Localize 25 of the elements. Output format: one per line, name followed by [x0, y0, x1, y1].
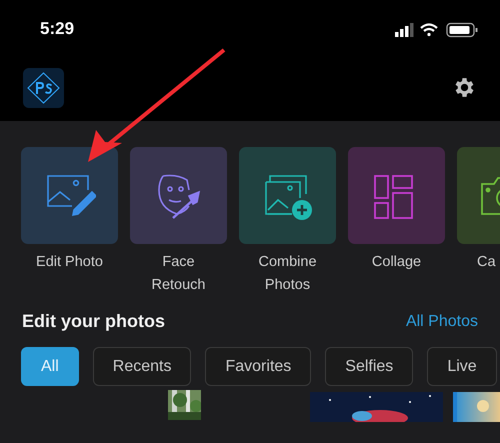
image-pencil-icon [46, 174, 96, 216]
filter-chip[interactable]: Favorites [205, 347, 312, 386]
tool-label: Collage [370, 253, 422, 272]
face-brush-icon [158, 174, 200, 218]
tool-label: Combine Photos [257, 253, 318, 295]
signal-icon [395, 23, 414, 37]
tool-label: Ca [476, 253, 497, 272]
all-photos-link[interactable]: All Photos [406, 310, 478, 334]
filter-chip[interactable]: Recents [92, 347, 192, 386]
section-title: Edit your photos [22, 310, 165, 333]
battery-icon [446, 22, 478, 38]
tool-tile[interactable] [239, 147, 336, 244]
status-time: 5:29 [40, 18, 74, 40]
tool-label: Face Retouch [150, 253, 206, 295]
wifi-icon [420, 23, 438, 36]
camera-icon [480, 176, 500, 214]
tool-tile[interactable] [21, 147, 118, 244]
photos-plus-icon [264, 174, 312, 220]
tool-label: Edit Photo [35, 253, 104, 272]
tool-tile[interactable] [348, 147, 445, 244]
collage-layout-icon [374, 174, 412, 218]
tool-tile[interactable] [130, 147, 227, 244]
app-logo-icon [23, 68, 64, 108]
filter-chip[interactable]: Selfies [325, 347, 414, 386]
filter-chip[interactable]: Live [427, 347, 497, 386]
